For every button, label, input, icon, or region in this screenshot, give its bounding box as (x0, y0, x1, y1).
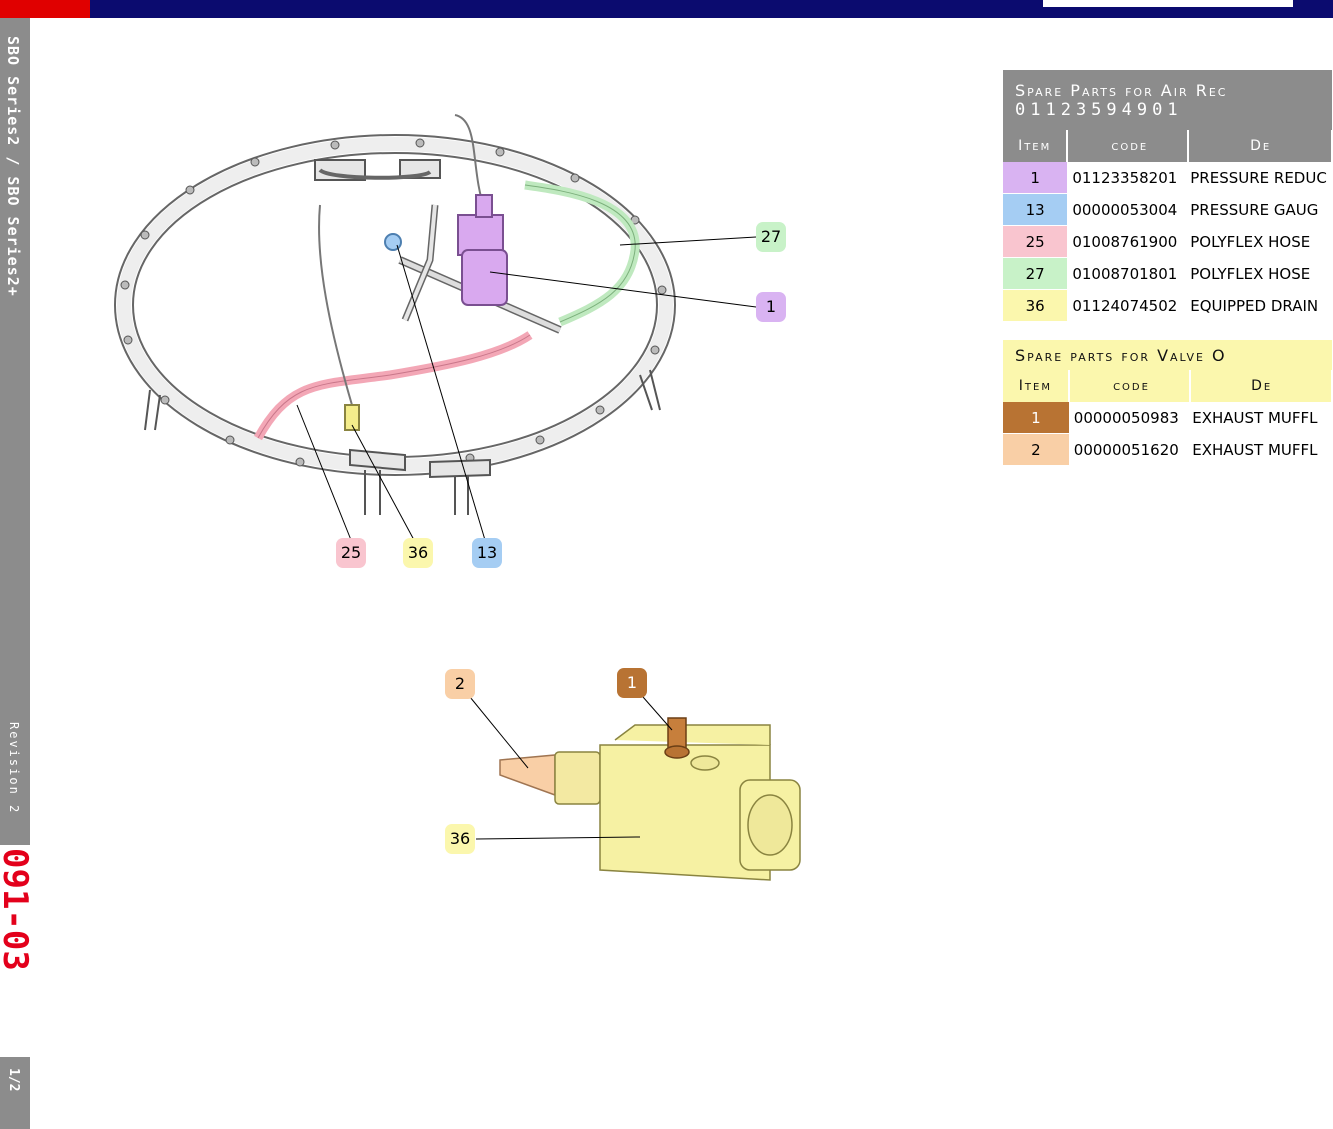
air-receiver-ring-diagram (114, 114, 676, 515)
callout-13: 13 (472, 538, 502, 568)
callout-2: 2 (445, 669, 475, 699)
row-item: 13 (1003, 193, 1068, 226)
row-item: 27 (1003, 257, 1068, 290)
row-item: 1 (1003, 162, 1068, 194)
row-desc: POLYFLEX HOSE (1188, 257, 1332, 290)
table-row: 1 01123358201 PRESSURE REDUC (1003, 162, 1332, 194)
row-item: 25 (1003, 225, 1068, 258)
row-item: 36 (1003, 289, 1068, 322)
callout-27: 27 (756, 222, 786, 252)
row-desc: POLYFLEX HOSE (1188, 225, 1332, 258)
valve-parts-table: Spare parts for Valve O Item code De 1 0… (1003, 340, 1333, 466)
row-code: 01008701801 (1067, 257, 1189, 290)
table2-header-desc: De (1190, 370, 1333, 402)
table1-header-desc: De (1188, 130, 1333, 162)
row-desc: PRESSURE GAUG (1188, 193, 1332, 226)
air-receiver-parts-table: Spare Parts for Air Rec 01123594901 Item… (1003, 70, 1333, 322)
table1-header-code: code (1067, 130, 1190, 162)
row-code: 00000050983 (1068, 402, 1191, 434)
table-row: 27 01008701801 POLYFLEX HOSE (1003, 257, 1332, 290)
table2-title: Spare parts for Valve O (1003, 340, 1332, 370)
callout-1-brown: 1 (617, 668, 647, 698)
table-row: 2 00000051620 EXHAUST MUFFL (1003, 433, 1332, 466)
table-row: 1 00000050983 EXHAUST MUFFL (1003, 402, 1332, 434)
table-row: 36 01124074502 EQUIPPED DRAIN (1003, 289, 1332, 322)
table1-header-item: Item (1003, 130, 1069, 162)
row-desc: EXHAUST MUFFL (1190, 433, 1332, 466)
row-code: 01124074502 (1067, 289, 1189, 322)
valve-muffler-diagram (499, 717, 801, 881)
table1-title-line2: 01123594901 (1015, 99, 1183, 120)
row-code: 00000053004 (1067, 193, 1189, 226)
row-desc: PRESSURE REDUC (1188, 162, 1332, 194)
table-row: 25 01008761900 POLYFLEX HOSE (1003, 225, 1332, 258)
row-code: 01123358201 (1067, 162, 1189, 194)
row-code: 01008761900 (1067, 225, 1189, 258)
callout-36-lower: 36 (445, 824, 475, 854)
row-desc: EQUIPPED DRAIN (1188, 289, 1332, 322)
header-white-strip (1043, 0, 1293, 7)
table2-header-code: code (1068, 370, 1192, 402)
callout-1: 1 (756, 292, 786, 322)
table-row: 13 00000053004 PRESSURE GAUG (1003, 193, 1332, 226)
row-item: 2 (1003, 433, 1069, 466)
row-code: 00000051620 (1068, 433, 1191, 466)
row-desc: EXHAUST MUFFL (1190, 402, 1332, 434)
table2-header-item: Item (1003, 370, 1070, 402)
callout-25: 25 (336, 538, 366, 568)
table1-title: Spare Parts for Air Rec 01123594901 (1003, 70, 1332, 130)
callout-36: 36 (403, 538, 433, 568)
table1-title-line1: Spare Parts for Air Rec (1015, 80, 1228, 100)
row-item: 1 (1003, 402, 1069, 434)
